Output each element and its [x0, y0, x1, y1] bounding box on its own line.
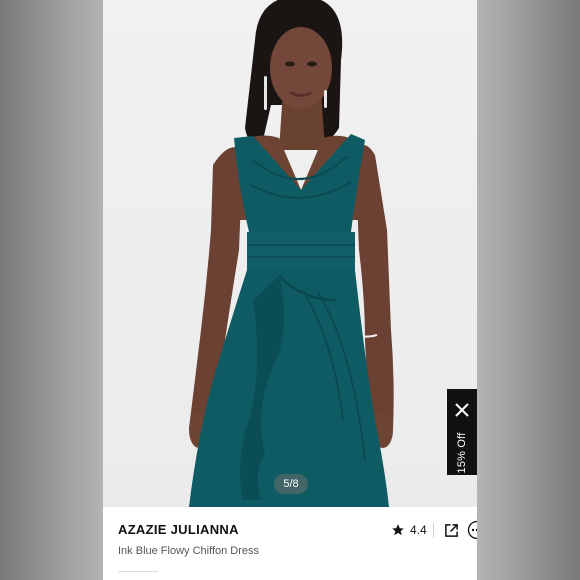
- promo-label: 15% Off: [456, 432, 468, 474]
- gallery-counter: 5/8: [274, 474, 308, 494]
- rating-value: 4.4: [410, 523, 427, 537]
- more-icon[interactable]: [467, 520, 477, 540]
- product-screen: 5/8 15% Off AZAZIE JULIANNA Ink Blue Flo…: [103, 0, 477, 580]
- background-left-blur: [0, 0, 103, 580]
- product-brand: AZAZIE JULIANNA: [118, 522, 239, 537]
- bottom-divider: [118, 571, 158, 572]
- star-icon: [392, 524, 404, 536]
- share-icon[interactable]: [444, 523, 459, 538]
- promo-banner[interactable]: 15% Off: [447, 389, 477, 475]
- product-name: Ink Blue Flowy Chiffon Dress: [118, 545, 260, 557]
- close-icon[interactable]: [453, 401, 471, 419]
- product-info: AZAZIE JULIANNA Ink Blue Flowy Chiffon D…: [103, 507, 477, 580]
- product-photo[interactable]: 5/8 15% Off: [103, 0, 477, 507]
- model-illustration: [189, 0, 394, 507]
- rating[interactable]: 4.4: [391, 521, 427, 539]
- background-right-blur: [477, 0, 580, 580]
- divider: [433, 523, 434, 538]
